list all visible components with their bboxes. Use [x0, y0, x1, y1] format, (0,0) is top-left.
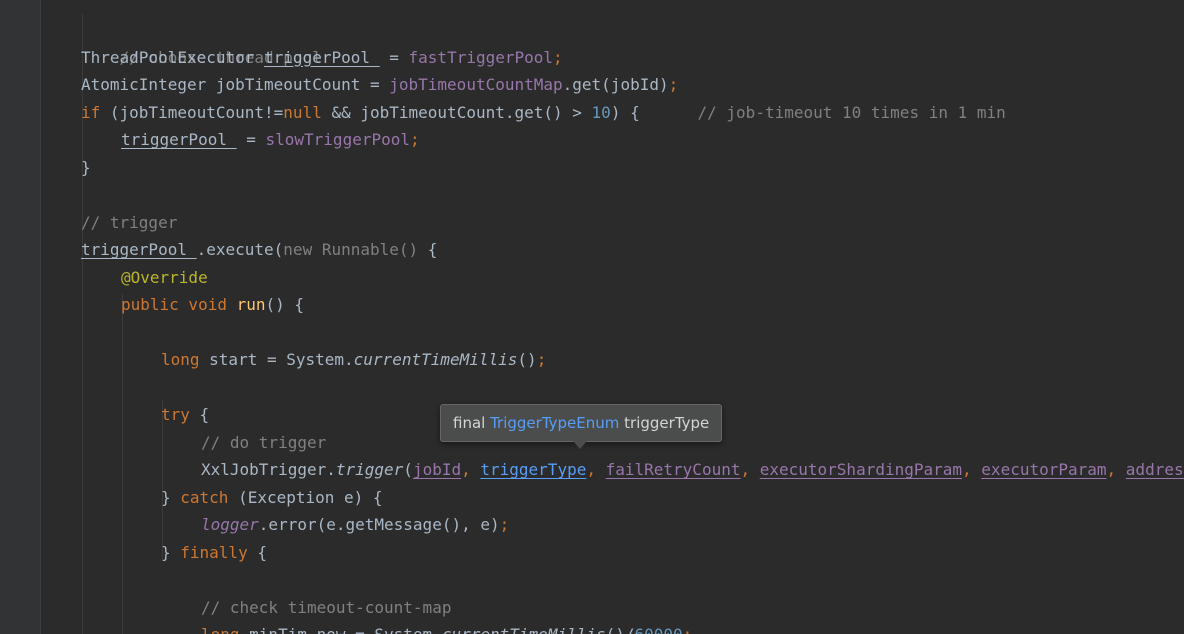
code-line-6: } — [81, 154, 91, 182]
expr: minTim_now = System. — [240, 625, 442, 634]
comma: , — [962, 460, 982, 479]
semicolon: ; — [683, 625, 693, 634]
brace: () { — [265, 295, 305, 314]
semicolon: ; — [553, 47, 563, 67]
catch-param: (Exception e) { — [228, 487, 383, 507]
static-method[interactable]: currentTimeMillis — [442, 625, 606, 634]
code-line-18: // check timeout-count-map — [201, 594, 451, 622]
param-addresslist[interactable]: addressList — [1126, 460, 1184, 479]
semicolon: ; — [668, 75, 679, 94]
number: 60000 — [635, 625, 683, 634]
code-line-7: // trigger — [81, 209, 177, 237]
variable[interactable]: triggerPool_ — [264, 48, 380, 67]
expr: && jobTimeoutCount.get() > — [321, 102, 592, 122]
keyword: catch — [180, 487, 229, 507]
call: .get(jobId) — [562, 75, 669, 94]
operator: = — [236, 130, 266, 149]
call: .execute( — [196, 240, 284, 259]
expr: () — [517, 350, 537, 369]
keyword: if — [81, 102, 101, 122]
field[interactable]: slowTriggerPool — [266, 130, 411, 149]
paren: ( — [403, 460, 413, 479]
code-line-5: triggerPool_ = slowTriggerPool; — [121, 126, 420, 154]
comment: // trigger — [81, 212, 178, 232]
brace: } — [161, 487, 181, 507]
keyword: finally — [180, 542, 248, 562]
parameter-info-tooltip: final TriggerTypeEnum triggerType — [440, 404, 723, 442]
semicolon: ; — [410, 130, 420, 149]
field[interactable]: fastTriggerPool — [409, 48, 554, 67]
code-line-1: // choose thread pool — [81, 16, 322, 67]
static-method[interactable]: trigger — [336, 460, 403, 479]
semicolon: ; — [536, 350, 547, 369]
expr: ) { — [610, 102, 698, 122]
tooltip-param-name: triggerType — [619, 414, 710, 432]
call: .error(e.getMessage(), e) — [258, 515, 500, 534]
comment: // do trigger — [201, 432, 327, 452]
expr: start = System. — [199, 350, 354, 369]
variable[interactable]: triggerPool_ — [121, 130, 237, 149]
keyword: long — [161, 350, 200, 369]
param-failretrycount[interactable]: failRetryCount — [606, 460, 741, 479]
code-line-2: ThreadPoolExecutor triggerPool_ = fastTr… — [81, 44, 563, 72]
class-ref: XxlJobTrigger. — [201, 460, 336, 479]
brace: { — [189, 405, 210, 424]
code-line-13: // do trigger — [201, 429, 326, 457]
code-line-3: AtomicInteger jobTimeoutCount = jobTimeo… — [81, 71, 678, 99]
code-line-19: long minTim_now = System.currentTimeMill… — [201, 621, 692, 634]
comment: // check timeout-count-map — [201, 597, 452, 617]
code-line-10: public void run() { — [121, 291, 304, 319]
comma: , — [586, 460, 606, 479]
operator: = — [379, 47, 409, 67]
code-line-12: try { — [161, 401, 209, 429]
number: 10 — [591, 102, 611, 122]
keyword: long — [201, 625, 240, 634]
static-field[interactable]: logger — [201, 515, 259, 534]
code-line-15: } catch (Exception e) { — [161, 484, 383, 512]
type-name: ThreadPoolExecutor — [81, 47, 255, 67]
comma: , — [1106, 460, 1126, 479]
folded-anonymous-class[interactable]: new Runnable() — [283, 240, 418, 259]
param-jobid[interactable]: jobId — [413, 460, 461, 479]
param-executorshardingparam[interactable]: executorShardingParam — [760, 460, 962, 479]
annotation: @Override — [121, 267, 208, 287]
static-method[interactable]: currentTimeMillis — [354, 350, 518, 369]
code-line-16: logger.error(e.getMessage(), e); — [201, 511, 509, 539]
field[interactable]: jobTimeoutCountMap — [389, 75, 562, 94]
method-name[interactable]: run — [237, 295, 266, 314]
comment: // job-timeout 10 times in 1 min — [697, 102, 1006, 122]
keyword: null — [283, 102, 322, 122]
code-line-17: } finally { — [161, 539, 267, 567]
brace: { — [247, 542, 267, 562]
comma: , — [740, 460, 760, 479]
comma: , — [461, 460, 481, 479]
tooltip-modifier: final — [453, 414, 491, 432]
expr: ()/ — [606, 625, 635, 634]
semicolon: ; — [499, 515, 510, 534]
param-executorparam[interactable]: executorParam — [981, 460, 1106, 479]
keyword: try — [161, 405, 190, 424]
indent-guide — [122, 294, 123, 634]
editor-gutter[interactable] — [0, 0, 41, 634]
code-line-11: long start = System.currentTimeMillis(); — [161, 346, 546, 374]
tooltip-type-link[interactable]: TriggerTypeEnum — [490, 414, 619, 432]
code-line-8: triggerPool_.execute(new Runnable() { — [81, 236, 437, 264]
brace: } — [161, 542, 181, 562]
tooltip-arrow — [572, 440, 588, 449]
code-line-9: @Override — [121, 264, 208, 292]
code-line-4: if (jobTimeoutCount!=null && jobTimeoutC… — [81, 99, 1006, 127]
code-editor[interactable]: // choose thread pool ThreadPoolExecutor… — [41, 0, 1184, 634]
param-triggertype[interactable]: triggerType — [480, 460, 586, 479]
variable[interactable]: triggerPool_ — [81, 240, 197, 259]
brace: { — [418, 240, 438, 259]
code-line-14: XxlJobTrigger.trigger(jobId, triggerType… — [201, 456, 1184, 484]
keyword: public void — [121, 295, 237, 314]
declaration: AtomicInteger jobTimeoutCount = — [81, 75, 390, 94]
expr: (jobTimeoutCount!= — [100, 102, 284, 122]
brace: } — [81, 157, 91, 177]
